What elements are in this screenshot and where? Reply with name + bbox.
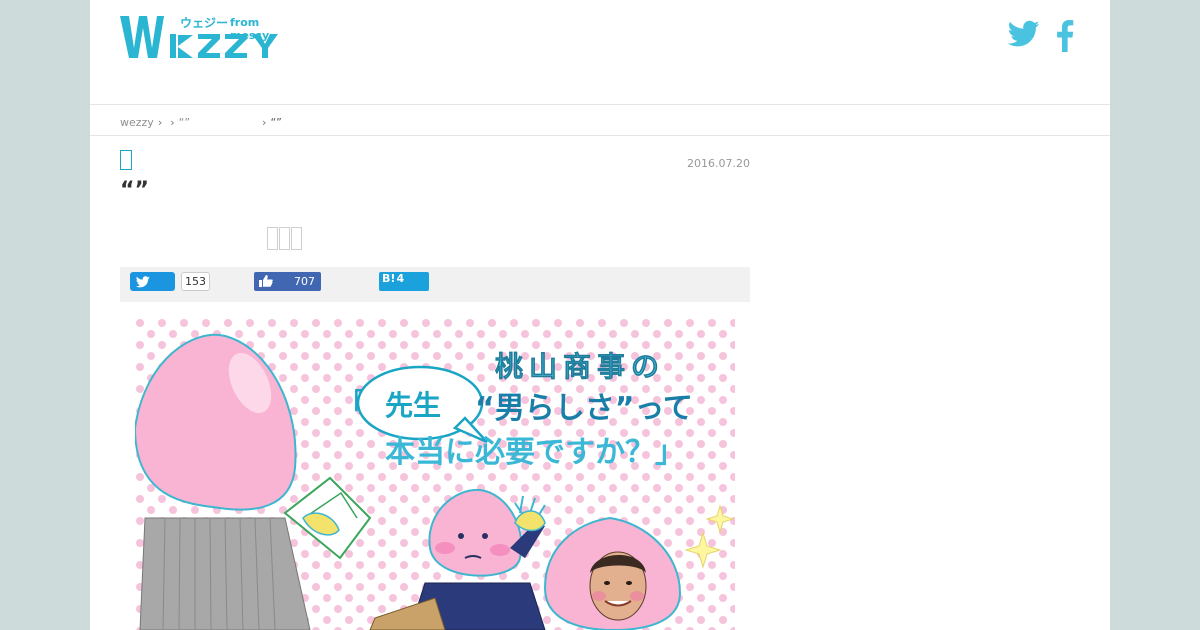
logo-sub-from: from messy (230, 16, 270, 42)
eyecatch-bubble: 先生 (385, 389, 441, 422)
eyecatch-line2: “男らしさ”って (475, 391, 693, 426)
breadcrumb-item[interactable]: “” (179, 116, 190, 129)
tweet-button[interactable] (130, 272, 175, 291)
page-title: “” (120, 178, 149, 203)
author-name (267, 227, 303, 254)
post-date: 2016.07.20 (687, 157, 750, 170)
thumbs-up-icon (259, 275, 273, 287)
hatena-label: B! 4 (382, 272, 405, 285)
like-button[interactable]: 707 (254, 272, 321, 291)
facebook-icon (1057, 20, 1074, 52)
hatena-bookmark-button[interactable]: B! 4 (379, 272, 429, 291)
header-divider (90, 104, 1110, 105)
like-count: 707 (294, 275, 315, 288)
site-logo[interactable]: ウェジー from messy (120, 14, 296, 62)
breadcrumb-current: “” (270, 116, 282, 129)
twitter-link[interactable] (1007, 20, 1040, 52)
eyecatch-line1: 桃山商事の (495, 350, 665, 383)
breadcrumb-home[interactable]: wezzy (120, 116, 154, 129)
facebook-link[interactable] (1056, 20, 1074, 56)
eyecatch-line3: 本当に必要ですか？」 (385, 435, 685, 470)
breadcrumb-separator: › (157, 116, 163, 129)
breadcrumb: wezzy › › “” › “” (120, 116, 282, 130)
tweet-count[interactable]: 153 (181, 272, 210, 291)
breadcrumb-divider (90, 135, 1110, 136)
page: ウェジー from messy wezzy › › “” › “” 2016.07.20 … (90, 0, 1110, 630)
twitter-icon (136, 276, 150, 288)
hatena-count: 4 (396, 272, 405, 285)
category-icon[interactable] (120, 150, 132, 170)
twitter-icon (1007, 20, 1040, 47)
breadcrumb-separator: › (170, 116, 175, 129)
breadcrumb-separator: › (262, 116, 267, 129)
share-bar: 153 707 B! 4 (120, 267, 750, 302)
logo-sub-kana: ウェジー (180, 16, 229, 30)
eyecatch-image: 桃山商事の 「 先生 “男らしさ”って 本当に必要ですか？」 (135, 318, 735, 630)
